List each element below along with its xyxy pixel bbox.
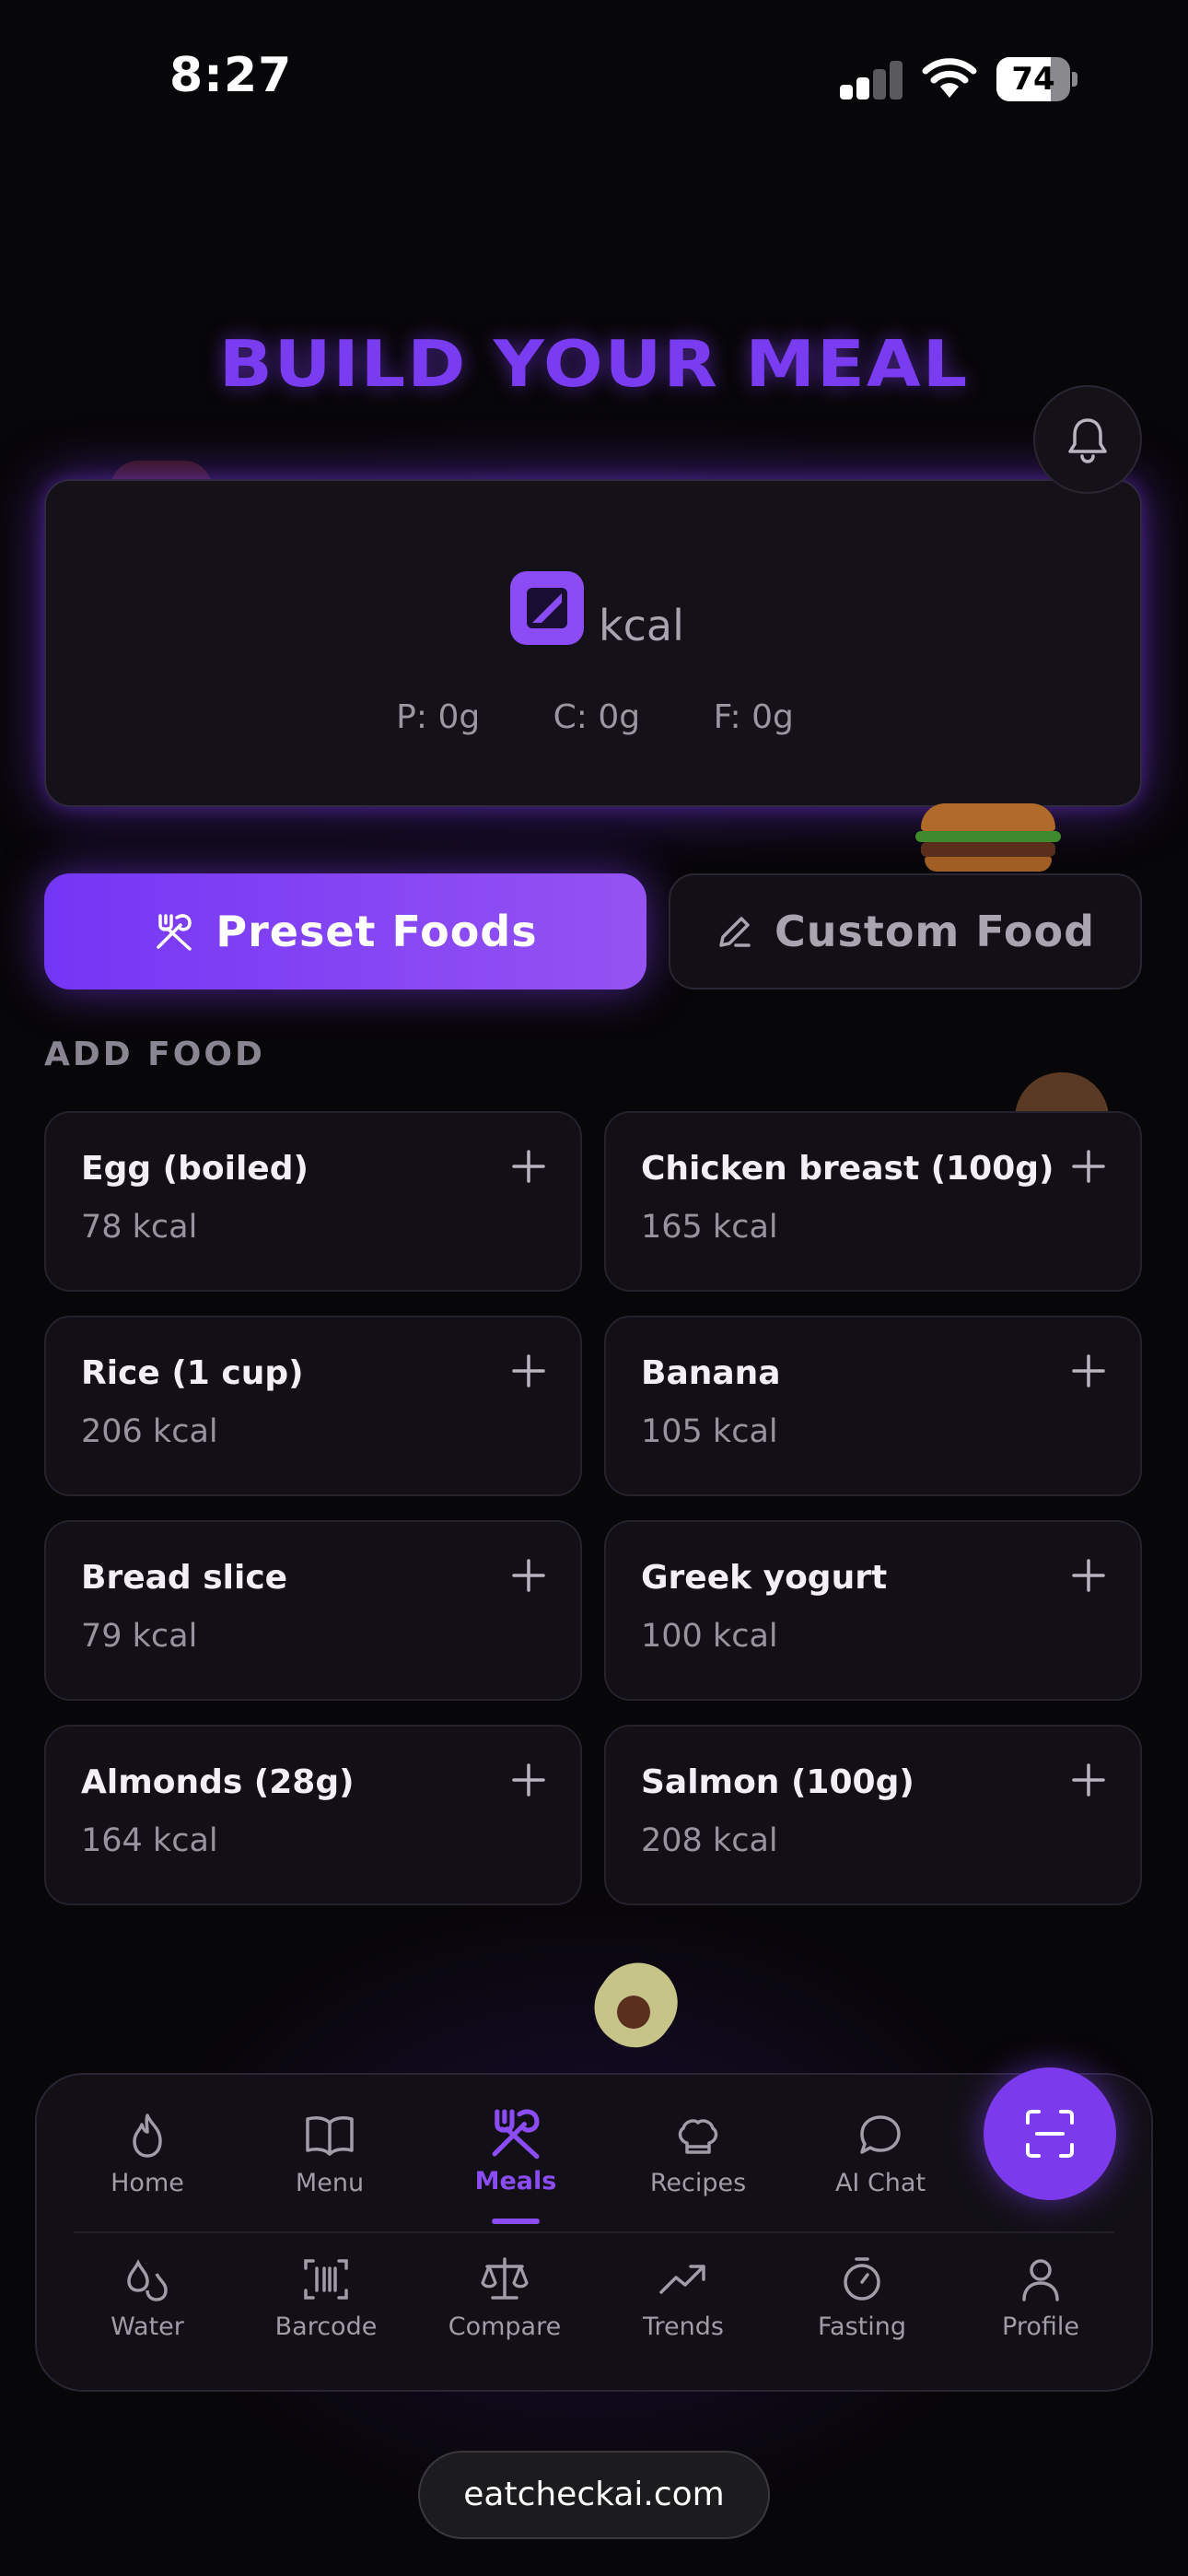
- food-card[interactable]: Chicken breast (100g) 165 kcal: [604, 1111, 1142, 1292]
- scale-icon: [481, 2257, 529, 2300]
- food-kcal: 206 kcal: [81, 1413, 218, 1450]
- add-food-heading: ADD FOOD: [44, 1036, 265, 1073]
- user-icon: [1022, 2259, 1059, 2301]
- custom-food-button[interactable]: Custom Food: [669, 873, 1142, 989]
- page-title: BUILD YOUR MEAL: [218, 325, 970, 402]
- active-tab-indicator: [492, 2219, 540, 2224]
- battery-icon: 74: [996, 57, 1077, 101]
- kcal-value-icon: [510, 571, 584, 645]
- cellular-signal-icon: [840, 59, 904, 100]
- macros-row: P: 0g C: 0g F: 0g: [46, 698, 1144, 736]
- food-card[interactable]: Banana 105 kcal: [604, 1316, 1142, 1496]
- scan-food-button[interactable]: [984, 2067, 1116, 2200]
- scan-icon: [1026, 2110, 1074, 2158]
- tab-meals[interactable]: Meals: [433, 2104, 599, 2233]
- tab-label: Menu: [295, 2169, 365, 2197]
- tab-water[interactable]: Water: [64, 2255, 230, 2384]
- book-icon: [306, 2116, 354, 2156]
- tab-label: Profile: [1002, 2313, 1079, 2341]
- avocado-decoration: [579, 1947, 693, 2063]
- water-drops-icon: [127, 2259, 168, 2301]
- add-icon[interactable]: [510, 1762, 547, 1798]
- barcode-icon: [304, 2259, 348, 2300]
- tab-label: Home: [111, 2169, 184, 2197]
- food-name: Chicken breast (100g): [641, 1150, 1054, 1188]
- custom-food-label: Custom Food: [774, 907, 1096, 956]
- food-name: Salmon (100g): [641, 1763, 914, 1801]
- tab-trends[interactable]: Trends: [600, 2255, 766, 2384]
- food-card[interactable]: Salmon (100g) 208 kcal: [604, 1725, 1142, 1905]
- tab-divider: [74, 2231, 1114, 2233]
- fat-value: F: 0g: [713, 698, 794, 736]
- food-kcal: 164 kcal: [81, 1822, 218, 1859]
- tab-profile[interactable]: Profile: [958, 2255, 1124, 2384]
- add-icon[interactable]: [1070, 1352, 1107, 1389]
- add-icon[interactable]: [510, 1557, 547, 1594]
- bell-icon: [1068, 418, 1107, 463]
- notifications-button[interactable]: [1033, 385, 1142, 494]
- burger-decoration: [912, 803, 1065, 873]
- food-kcal: 78 kcal: [81, 1209, 198, 1246]
- preset-foods-label: Preset Foods: [215, 907, 538, 956]
- chat-bubble-icon: [860, 2115, 901, 2154]
- tab-menu[interactable]: Menu: [247, 2112, 413, 2241]
- tab-label: AI Chat: [834, 2169, 926, 2197]
- pencil-icon: [719, 917, 751, 947]
- tab-home[interactable]: Home: [64, 2112, 230, 2241]
- food-name: Greek yogurt: [641, 1559, 888, 1597]
- tab-label: Trends: [643, 2313, 724, 2341]
- tab-label: Meals: [474, 2167, 557, 2195]
- trend-up-icon: [659, 2265, 705, 2294]
- protein-value: P: 0g: [396, 698, 481, 736]
- tab-compare[interactable]: Compare: [422, 2255, 588, 2384]
- food-kcal: 100 kcal: [641, 1618, 778, 1655]
- tab-label: Fasting: [817, 2313, 906, 2341]
- tab-label: Recipes: [649, 2169, 747, 2197]
- preset-foods-button[interactable]: Preset Foods: [44, 873, 646, 989]
- tab-label: Water: [111, 2313, 184, 2341]
- tab-ai-chat[interactable]: AI Chat: [798, 2112, 963, 2241]
- add-icon[interactable]: [1070, 1762, 1107, 1798]
- food-card[interactable]: Egg (boiled) 78 kcal: [44, 1111, 582, 1292]
- url-bar[interactable]: eatcheckai.com: [418, 2451, 770, 2539]
- food-kcal: 208 kcal: [641, 1822, 778, 1859]
- food-name: Bread slice: [81, 1559, 288, 1597]
- battery-level: 74: [1011, 61, 1055, 98]
- wifi-icon: [921, 55, 978, 100]
- kcal-unit: kcal: [599, 601, 684, 650]
- food-name: Almonds (28g): [81, 1763, 355, 1801]
- food-name: Banana: [641, 1354, 781, 1392]
- utensils-icon: [157, 914, 192, 951]
- timer-icon: [844, 2257, 880, 2301]
- food-kcal: 165 kcal: [641, 1209, 778, 1246]
- food-card[interactable]: Bread slice 79 kcal: [44, 1520, 582, 1701]
- status-time: 8:27: [169, 48, 293, 103]
- utensils-icon: [492, 2109, 540, 2160]
- add-icon[interactable]: [510, 1352, 547, 1389]
- food-kcal: 79 kcal: [81, 1618, 198, 1655]
- tab-label: Compare: [448, 2313, 562, 2341]
- add-icon[interactable]: [1070, 1148, 1107, 1185]
- flame-icon: [133, 2113, 162, 2158]
- carbs-value: C: 0g: [553, 698, 641, 736]
- food-card[interactable]: Almonds (28g) 164 kcal: [44, 1725, 582, 1905]
- food-card[interactable]: Greek yogurt 100 kcal: [604, 1520, 1142, 1701]
- chef-hat-icon: [678, 2119, 718, 2154]
- meal-summary-card: kcal P: 0g C: 0g F: 0g: [44, 479, 1142, 807]
- food-card[interactable]: Rice (1 cup) 206 kcal: [44, 1316, 582, 1496]
- add-icon[interactable]: [1070, 1557, 1107, 1594]
- tab-label: Barcode: [274, 2313, 378, 2341]
- add-icon[interactable]: [510, 1148, 547, 1185]
- food-name: Egg (boiled): [81, 1150, 309, 1188]
- food-name: Rice (1 cup): [81, 1354, 304, 1392]
- tab-fasting[interactable]: Fasting: [779, 2255, 945, 2384]
- tab-barcode[interactable]: Barcode: [243, 2255, 409, 2384]
- tab-recipes[interactable]: Recipes: [615, 2112, 781, 2241]
- food-kcal: 105 kcal: [641, 1413, 778, 1450]
- status-bar: 8:27 74: [0, 0, 1188, 157]
